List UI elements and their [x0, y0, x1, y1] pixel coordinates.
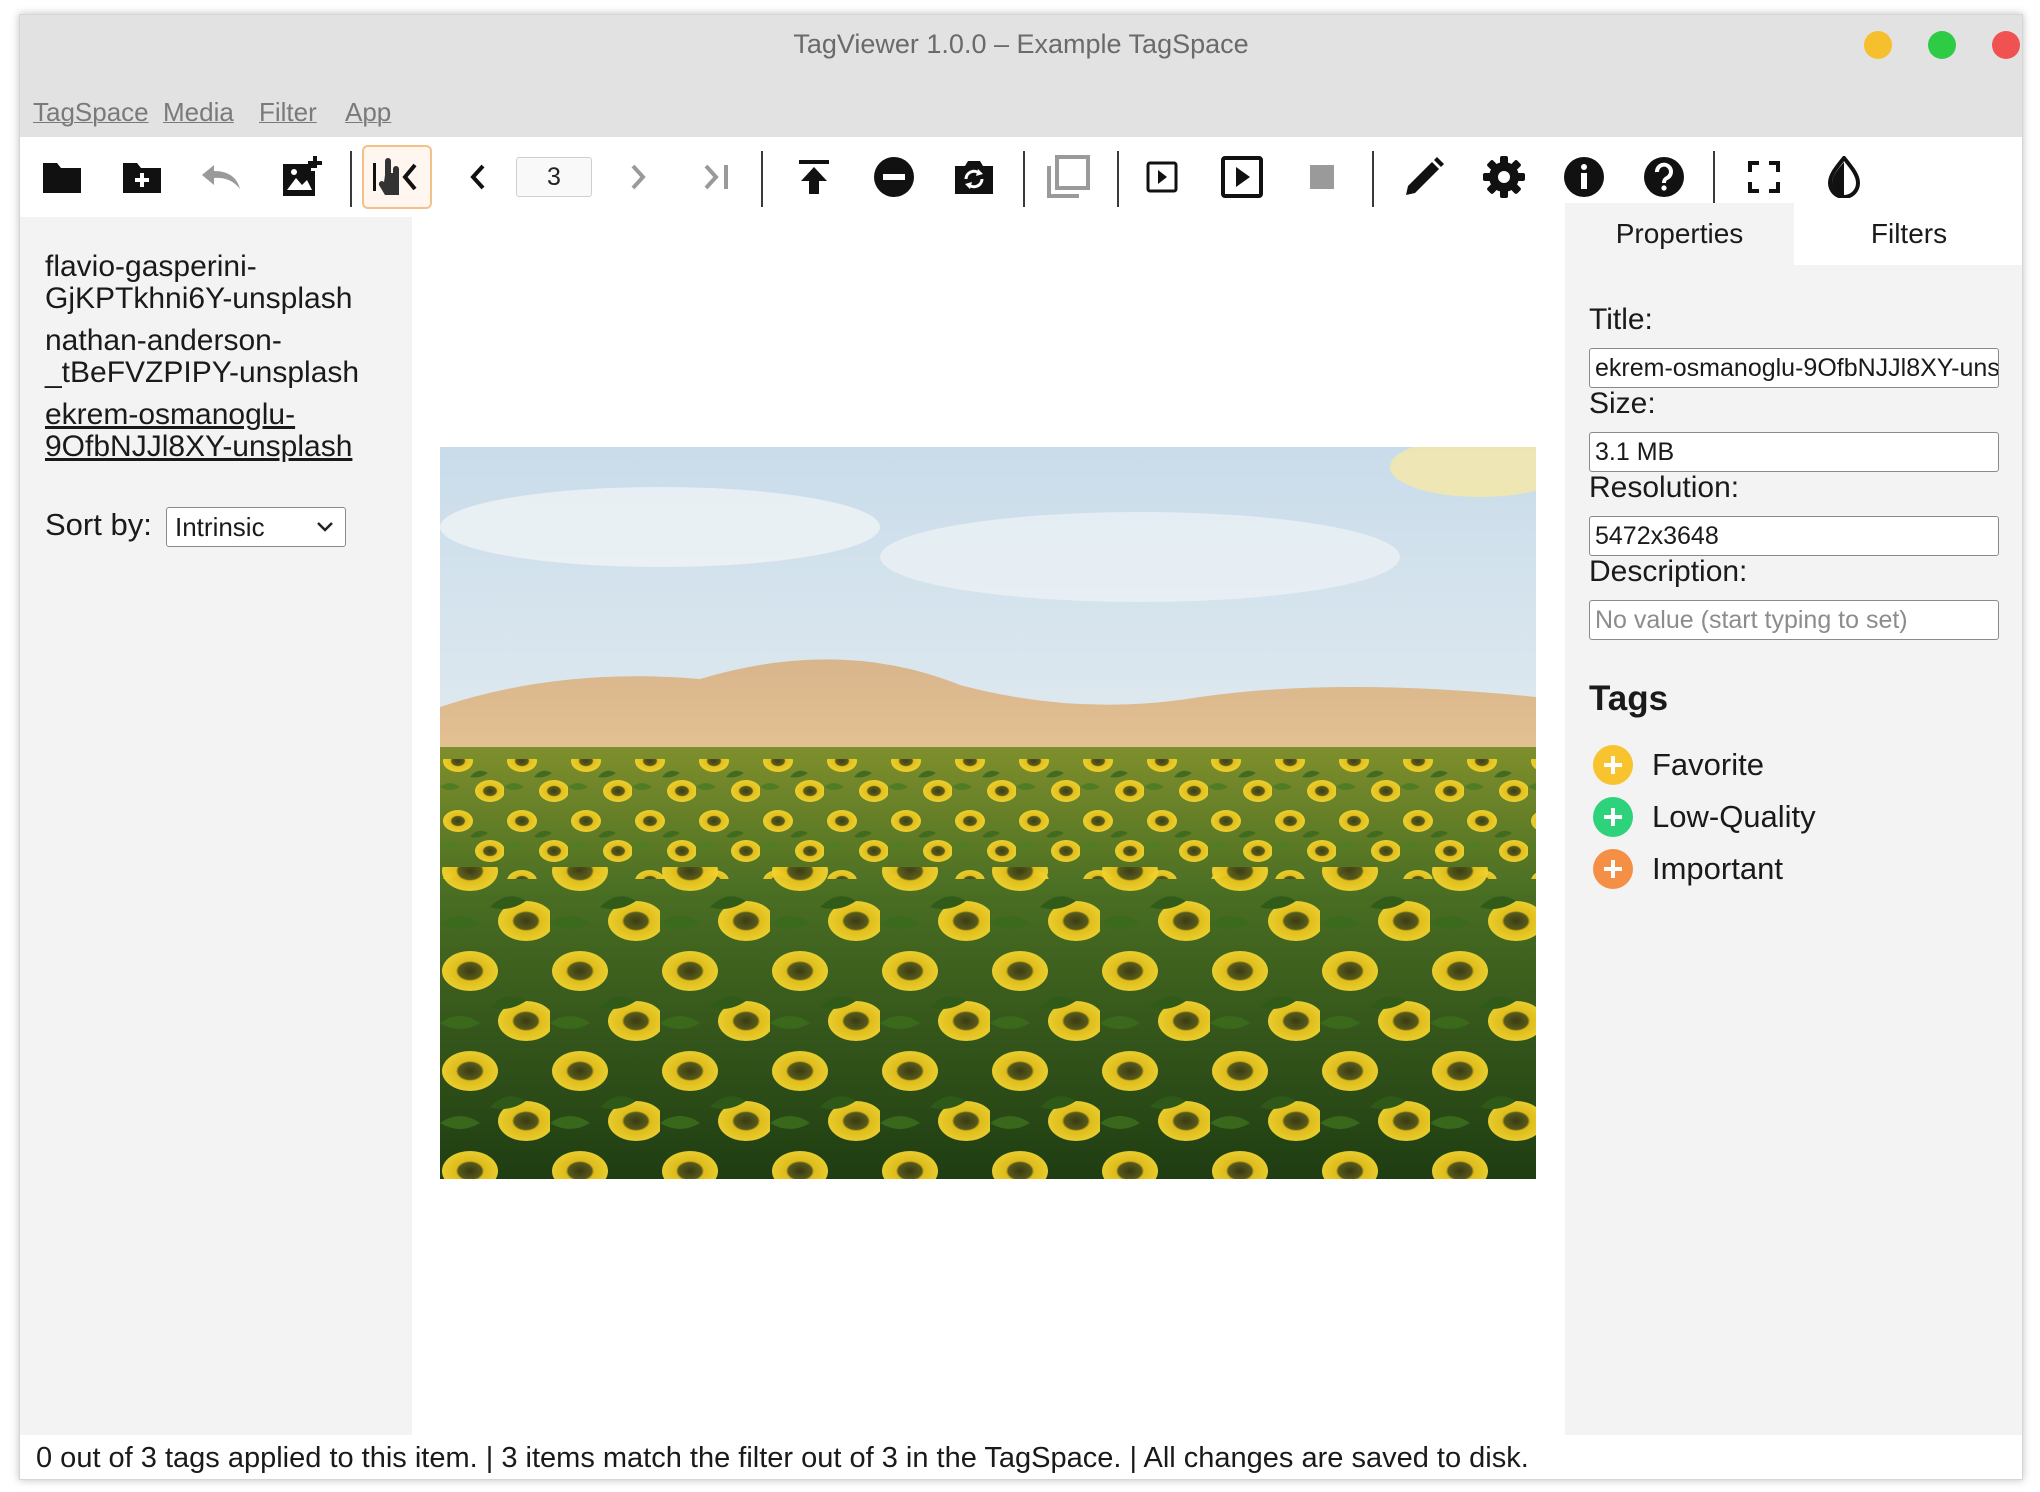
undo-button[interactable]: [194, 149, 250, 205]
move-to-top-button[interactable]: [786, 149, 842, 205]
fullscreen-button[interactable]: [1736, 149, 1792, 205]
undo-icon: [202, 165, 240, 189]
previous-button[interactable]: [450, 149, 506, 205]
toolbar-separator: [1023, 151, 1025, 207]
info-button[interactable]: [1556, 149, 1612, 205]
file-list-panel: flavio-gasperini- GjKPTkhni6Y-unsplash n…: [20, 217, 412, 1435]
file-name-line: GjKPTkhni6Y-unsplash: [45, 282, 353, 315]
folder-icon: [43, 163, 81, 193]
move-top-icon: [799, 160, 829, 194]
file-name-line: 9OfbNJJl8XY-unsplash: [45, 430, 353, 463]
tab-properties[interactable]: Properties: [1565, 203, 1794, 265]
image-preview: [440, 447, 1536, 1179]
resolution-label: Resolution:: [1589, 471, 1740, 504]
last-item-button[interactable]: [690, 149, 746, 205]
file-item[interactable]: flavio-gasperini- GjKPTkhni6Y-unsplash: [45, 251, 405, 315]
menu-filter[interactable]: Filter: [259, 97, 317, 128]
folder-plus-icon: [123, 163, 161, 193]
previous-icon: [470, 164, 485, 190]
help-button[interactable]: [1636, 149, 1692, 205]
stop-icon: [1310, 165, 1334, 189]
window-title: TagViewer 1.0.0 – Example TagSpace: [793, 29, 1249, 59]
theme-button[interactable]: [1816, 149, 1872, 205]
tag-name: Low-Quality: [1652, 799, 1816, 834]
stop-button[interactable]: [1294, 149, 1350, 205]
copy-icon: [1047, 155, 1090, 198]
first-item-icon: [373, 158, 417, 195]
remove-icon: [874, 157, 914, 197]
settings-icon: [1483, 156, 1525, 198]
add-image-icon: [283, 156, 322, 196]
help-icon: [1644, 157, 1684, 197]
settings-button[interactable]: [1476, 149, 1532, 205]
add-tag-icon[interactable]: [1593, 797, 1633, 837]
tag-item-low-quality[interactable]: Low-Quality: [1593, 795, 1816, 839]
tags-heading: Tags: [1589, 679, 1669, 718]
slideshow-icon: [1221, 156, 1263, 198]
toolbar-separator: [1117, 151, 1119, 207]
menu-app[interactable]: App: [345, 97, 391, 128]
description-field[interactable]: No value (start typing to set): [1589, 600, 1999, 640]
size-field[interactable]: 3.1 MB: [1589, 432, 1999, 472]
app-window: TagViewer 1.0.0 – Example TagSpace TagSp…: [19, 14, 2023, 1480]
tag-name: Favorite: [1652, 747, 1764, 782]
status-bar: 0 out of 3 tags applied to this item. | …: [20, 1435, 2022, 1479]
tab-filters[interactable]: Filters: [1794, 203, 2022, 265]
description-label: Description:: [1589, 555, 1748, 588]
edit-icon: [1406, 157, 1444, 195]
page-number-input[interactable]: 3: [516, 157, 592, 197]
sort-label: Sort by:: [45, 507, 152, 542]
chevron-down-icon: [317, 522, 333, 532]
open-folder-button[interactable]: [34, 149, 90, 205]
tag-item-important[interactable]: Important: [1593, 847, 1783, 891]
add-tag-icon[interactable]: [1593, 745, 1633, 785]
edit-button[interactable]: [1396, 149, 1452, 205]
tag-item-favorite[interactable]: Favorite: [1593, 743, 1764, 787]
add-tag-icon[interactable]: [1593, 849, 1633, 889]
copy-button[interactable]: [1040, 149, 1096, 205]
panel-tabs: Properties Filters: [1565, 203, 2022, 265]
title-field[interactable]: ekrem-osmanoglu-9OfbNJJl8XY-unsplash: [1589, 348, 1999, 388]
sort-select[interactable]: Intrinsic: [166, 507, 346, 547]
reload-icon: [955, 161, 993, 194]
play-icon: [1146, 161, 1178, 193]
info-icon: [1564, 157, 1604, 197]
fullscreen-icon: [1748, 161, 1780, 193]
file-item-active[interactable]: ekrem-osmanoglu- 9OfbNJJl8XY-unsplash: [45, 399, 405, 463]
minimize-button[interactable]: [1864, 31, 1892, 59]
menu-tagspace[interactable]: TagSpace: [33, 97, 149, 128]
slideshow-button[interactable]: [1214, 149, 1270, 205]
first-item-button[interactable]: [362, 145, 432, 209]
toolbar-separator: [761, 151, 763, 207]
reload-button[interactable]: [946, 149, 1002, 205]
properties-panel: Properties Filters Title: ekrem-osmanogl…: [1565, 203, 2022, 1435]
next-icon: [631, 164, 646, 190]
play-button[interactable]: [1134, 149, 1190, 205]
file-name-line: flavio-gasperini-: [45, 250, 257, 283]
tag-name: Important: [1652, 851, 1783, 886]
menu-media[interactable]: Media: [163, 97, 234, 128]
title-bar: TagViewer 1.0.0 – Example TagSpace: [20, 15, 2022, 91]
next-button[interactable]: [610, 149, 666, 205]
menu-bar: TagSpace Media Filter App: [20, 91, 2022, 137]
title-label: Title:: [1589, 303, 1653, 336]
file-item[interactable]: nathan-anderson- _tBeFVZPIPY-unsplash: [45, 325, 405, 389]
theme-icon: [1827, 156, 1861, 198]
file-name-line: nathan-anderson-: [45, 324, 282, 357]
sort-value: Intrinsic: [175, 512, 265, 542]
file-name-line: _tBeFVZPIPY-unsplash: [45, 356, 360, 389]
size-label: Size:: [1589, 387, 1656, 420]
toolbar-separator: [1713, 151, 1715, 207]
file-name-line: ekrem-osmanoglu-: [45, 398, 296, 431]
maximize-button[interactable]: [1928, 31, 1956, 59]
last-item-icon: [704, 164, 728, 190]
resolution-field[interactable]: 5472x3648: [1589, 516, 1999, 556]
sunflower-field-image: [440, 447, 1536, 1179]
remove-button[interactable]: [866, 149, 922, 205]
toolbar-separator: [1372, 151, 1374, 207]
close-button[interactable]: [1992, 31, 2020, 59]
toolbar-separator: [350, 151, 352, 207]
add-image-button[interactable]: [274, 149, 330, 205]
new-folder-button[interactable]: [114, 149, 170, 205]
